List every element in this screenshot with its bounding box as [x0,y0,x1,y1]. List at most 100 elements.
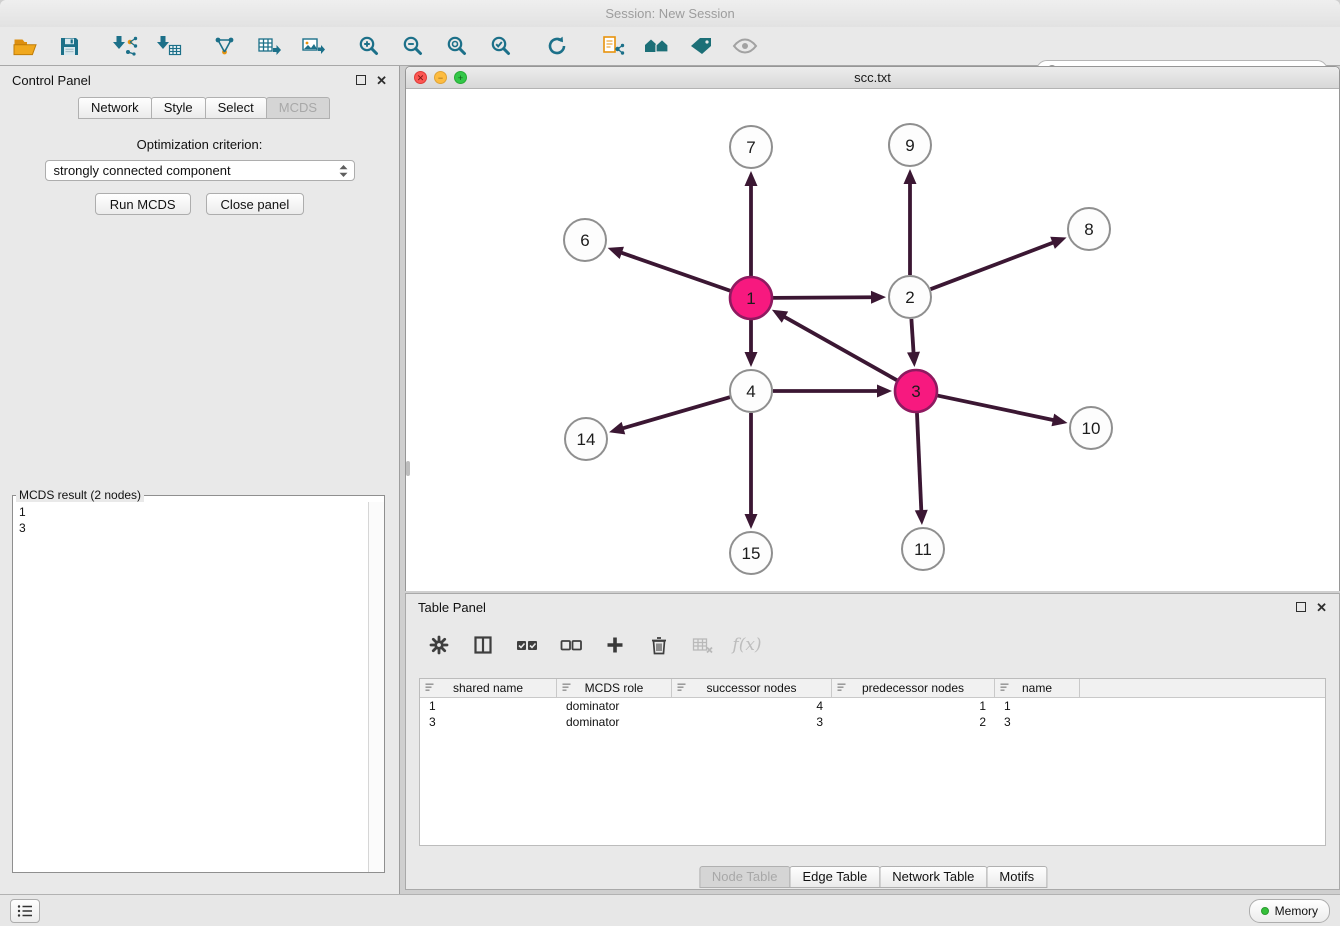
edge-1-6[interactable] [620,252,730,291]
column-header-label: name [1022,681,1052,695]
new-network-icon[interactable] [210,31,240,61]
label-tag-icon[interactable] [686,31,716,61]
tab-network[interactable]: Network [78,97,152,119]
column-tree-icon [676,682,687,693]
node-label: 9 [905,136,914,155]
refresh-icon[interactable] [542,31,572,61]
table-panel-header: Table Panel ✕ [406,594,1339,620]
save-icon[interactable] [54,31,84,61]
tab-style[interactable]: Style [151,97,206,119]
new-table-icon[interactable] [254,31,284,61]
edge-arrow-icon [907,352,920,367]
zoom-fit-icon[interactable] [442,31,472,61]
node-label: 4 [746,382,755,401]
zoom-window-icon[interactable]: + [454,71,467,84]
toolbar-icon-groups [10,31,786,61]
node-label: 6 [580,231,589,250]
result-scrollbar[interactable] [368,502,384,872]
add-column-icon[interactable] [602,632,628,658]
edge-3-10[interactable] [938,396,1055,421]
delete-column-icon[interactable] [646,632,672,658]
edge-2-8[interactable] [931,242,1055,289]
window-titlebar[interactable]: Session: New Session [0,0,1340,27]
table-row[interactable]: 3dominator323 [420,714,1325,730]
edge-3-11[interactable] [917,413,921,512]
network-window-titlebar[interactable]: ✕−+ scc.txt [406,67,1339,89]
export-image-icon[interactable] [298,31,328,61]
dropdown-value: strongly connected component [54,163,231,178]
memory-status-dot [1261,907,1269,915]
tab-network-table[interactable]: Network Table [879,866,987,888]
list-icon [17,904,33,918]
optimization-label: Optimization criterion: [0,137,399,152]
column-header-MCDS-role[interactable]: MCDS role [557,679,672,697]
canvas-scrollbar-handle[interactable] [406,461,410,476]
eye-icon[interactable] [730,31,760,61]
import-network-icon[interactable] [110,31,140,61]
deselect-all-columns-icon[interactable] [558,632,584,658]
edge-4-14[interactable] [622,397,730,429]
network-canvas[interactable]: 7968124314101511 [406,89,1339,591]
network-window-title: scc.txt [406,67,1339,88]
home-pair-icon[interactable] [642,31,672,61]
column-tree-icon [836,682,847,693]
mcds-panel-content: Optimization criterion: strongly connect… [0,119,399,215]
mcds-result-title: MCDS result (2 nodes) [16,488,144,502]
optimization-dropdown[interactable]: strongly connected component [45,160,355,181]
table-panel: Table Panel ✕ f(x) shared nameMCDS roles… [405,593,1340,890]
run-mcds-button[interactable]: Run MCDS [95,193,191,215]
copy-network-icon[interactable] [598,31,628,61]
show-columns-icon[interactable] [470,632,496,658]
import-table-icon[interactable] [154,31,184,61]
edge-arrow-icon [1050,237,1066,249]
memory-label: Memory [1275,904,1318,918]
close-window-icon[interactable]: ✕ [414,71,427,84]
table-cell: 3 [995,714,1080,730]
edge-2-3[interactable] [911,319,913,354]
tab-mcds[interactable]: MCDS [266,97,330,119]
tab-node-table[interactable]: Node Table [699,866,791,888]
zoom-selected-icon[interactable] [486,31,516,61]
zoom-in-icon[interactable] [354,31,384,61]
zoom-out-icon[interactable] [398,31,428,61]
memory-button[interactable]: Memory [1249,899,1330,923]
edge-arrow-icon [904,169,917,184]
function-builder-icon: f(x) [734,632,760,658]
float-panel-icon[interactable] [356,75,366,85]
tab-edge-table[interactable]: Edge Table [789,866,880,888]
table-row[interactable]: 1dominator411 [420,698,1325,714]
node-label: 3 [911,382,920,401]
minimize-window-icon[interactable]: − [434,71,447,84]
mcds-result-content[interactable]: 13 [13,502,384,538]
close-table-panel-icon[interactable]: ✕ [1316,601,1327,614]
table-cell: 4 [672,698,832,714]
table-panel-title: Table Panel [418,600,486,615]
table-cell: 3 [420,714,557,730]
tab-select[interactable]: Select [205,97,267,119]
table-settings-icon[interactable] [426,632,452,658]
node-label: 1 [746,289,755,308]
close-panel-button[interactable]: Close panel [206,193,305,215]
dropdown-stepper-icon [337,163,350,179]
float-table-panel-icon[interactable] [1296,602,1306,612]
table-cell: dominator [557,714,672,730]
result-line: 1 [19,504,378,520]
network-graph: 7968124314101511 [406,89,1339,591]
column-tree-icon [561,682,572,693]
open-folder-icon[interactable] [10,31,40,61]
column-header-predecessor-nodes[interactable]: predecessor nodes [832,679,995,697]
table-header-row: shared nameMCDS rolesuccessor nodesprede… [420,679,1325,698]
column-header-name[interactable]: name [995,679,1080,697]
control-panel-title: Control Panel [12,73,91,88]
close-panel-icon[interactable]: ✕ [376,74,387,87]
edge-3-1[interactable] [783,316,897,380]
node-label: 11 [914,540,932,559]
edge-1-2[interactable] [773,297,873,298]
edge-arrow-icon [745,171,758,186]
column-header-shared-name[interactable]: shared name [420,679,557,697]
tab-motifs[interactable]: Motifs [986,866,1047,888]
status-menu-button[interactable] [10,899,40,923]
column-header-successor-nodes[interactable]: successor nodes [672,679,832,697]
select-all-columns-icon[interactable] [514,632,540,658]
node-label: 15 [742,544,761,563]
